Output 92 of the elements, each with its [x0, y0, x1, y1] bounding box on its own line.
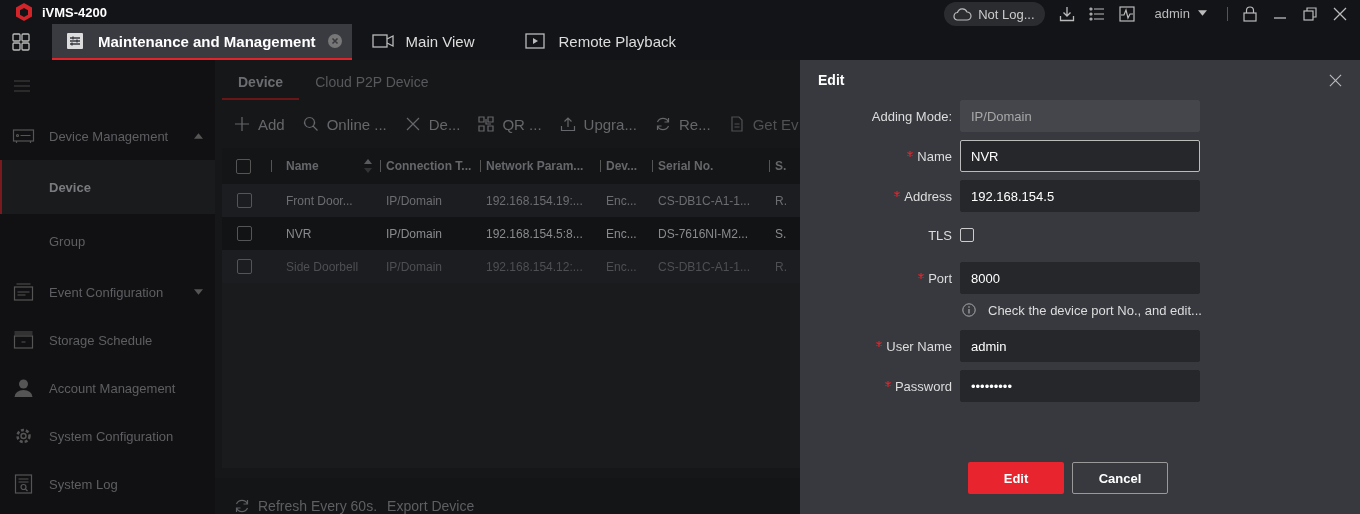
- export-device-button[interactable]: Export Device: [387, 496, 475, 514]
- user-menu[interactable]: admin: [1148, 4, 1213, 22]
- input-field[interactable]: NVR: [960, 140, 1200, 172]
- table-cell: 192.168.154.5:8...: [486, 226, 583, 241]
- lock-icon[interactable]: [1242, 6, 1258, 22]
- tab[interactable]: Main View: [359, 24, 485, 60]
- table-cell: CS-DB1C-A1-1...: [658, 193, 751, 208]
- log-search-icon: [12, 474, 35, 494]
- hint-text: Check the device port No., and edit...: [988, 302, 1202, 318]
- sidebar-item[interactable]: Storage Schedule: [0, 316, 215, 364]
- monitor-chart-icon[interactable]: [1118, 6, 1135, 22]
- cloud-icon: [952, 6, 973, 22]
- field-label: Address: [904, 188, 952, 204]
- field-label: Password: [894, 378, 952, 394]
- caret-icon: [1198, 10, 1207, 16]
- close-icon[interactable]: [1332, 6, 1348, 22]
- edit-button[interactable]: Edit: [968, 462, 1064, 494]
- table-cell: DS-7616NI-M2...: [658, 226, 749, 241]
- tls-checkbox[interactable]: [960, 228, 974, 242]
- column-header[interactable]: Dev...: [606, 159, 652, 173]
- x-icon: [404, 116, 421, 132]
- sidebar-item[interactable]: System Configuration: [0, 412, 215, 460]
- column-header[interactable]: Serial No.: [658, 159, 769, 173]
- document-icon: [728, 116, 745, 132]
- sidebar-item[interactable]: System Log: [0, 460, 215, 508]
- table-cell: 192.168.154.19:...: [486, 193, 583, 208]
- toolbar-button[interactable]: Re...: [654, 115, 711, 133]
- column-header[interactable]: Name: [286, 159, 364, 173]
- restore-icon[interactable]: [1302, 6, 1318, 22]
- table-cell: Front Door...: [286, 193, 353, 208]
- table-cell: Enc...: [606, 226, 637, 241]
- upload-icon: [559, 116, 576, 132]
- person-icon: [12, 378, 35, 398]
- table-cell: R.: [775, 193, 787, 208]
- field-label: Adding Mode:: [871, 108, 952, 124]
- camera-icon: [371, 32, 394, 50]
- qr-code-icon: [478, 116, 495, 132]
- close-icon[interactable]: [1329, 73, 1342, 87]
- sidebar-subitem[interactable]: Device: [0, 160, 215, 214]
- sidebar-item[interactable]: Account Management: [0, 364, 215, 412]
- table-cell: S.: [775, 226, 787, 241]
- sidebar-subitem[interactable]: Group: [0, 214, 215, 268]
- search-icon: [302, 116, 319, 132]
- refresh-icon: [234, 498, 250, 514]
- input-field[interactable]: admin: [960, 330, 1200, 362]
- app-title: iVMS-4200: [42, 4, 108, 20]
- refresh-icon: [654, 116, 671, 132]
- info-icon: [962, 303, 976, 317]
- play-icon: [524, 32, 547, 50]
- event-list-icon: [12, 282, 35, 302]
- list-icon[interactable]: [1088, 6, 1105, 22]
- input-field[interactable]: 8000: [960, 262, 1200, 294]
- tab[interactable]: Maintenance and Management: [52, 24, 352, 60]
- column-header[interactable]: Connection T...: [386, 159, 480, 173]
- row-checkbox[interactable]: [237, 193, 252, 208]
- sub-tab[interactable]: Cloud P2P Device: [299, 74, 445, 100]
- toolbar-button[interactable]: QR ...: [478, 115, 542, 133]
- toolbar-button[interactable]: Upgra...: [559, 115, 637, 133]
- field-label: Name: [917, 148, 952, 164]
- table-cell: Enc...: [606, 193, 637, 208]
- column-header[interactable]: S.: [775, 159, 795, 173]
- field-label: Port: [928, 270, 952, 286]
- download-icon[interactable]: [1058, 6, 1075, 22]
- recorder-icon: [12, 126, 35, 146]
- table-cell: NVR: [286, 226, 312, 241]
- refresh-button[interactable]: Refresh Every 60s.: [234, 496, 378, 514]
- toolbar-button[interactable]: De...: [404, 115, 461, 133]
- field-label: TLS: [928, 227, 952, 243]
- sort-icon[interactable]: [364, 159, 372, 173]
- sub-tab[interactable]: Device: [222, 74, 300, 100]
- table-cell: IP/Domain: [386, 193, 443, 208]
- table-cell: IP/Domain: [386, 226, 443, 241]
- plus-icon: [234, 116, 250, 132]
- input-field[interactable]: 192.168.154.5: [960, 180, 1200, 212]
- cloud-status-button[interactable]: Not Log...: [944, 2, 1045, 26]
- sidebar-item[interactable]: Event Configuration: [0, 268, 215, 316]
- column-header[interactable]: Network Param...: [486, 159, 600, 173]
- row-checkbox[interactable]: [237, 226, 252, 241]
- sliders-icon: [64, 32, 86, 50]
- input-field[interactable]: •••••••••: [960, 370, 1200, 402]
- field-label: User Name: [886, 338, 952, 354]
- toolbar-button[interactable]: Add: [234, 115, 285, 133]
- toolbar-button[interactable]: Online ...: [302, 115, 387, 133]
- tab-close-icon[interactable]: [327, 34, 342, 48]
- storage-box-icon: [12, 330, 35, 350]
- tab[interactable]: Remote Playback: [512, 24, 687, 60]
- sidebar-item[interactable]: Device Management: [0, 112, 215, 160]
- cancel-button[interactable]: Cancel: [1072, 462, 1168, 494]
- select-all-checkbox[interactable]: [236, 158, 251, 174]
- panel-title: Edit: [818, 72, 845, 88]
- input-field[interactable]: IP/Domain: [960, 100, 1200, 132]
- grid-icon[interactable]: [12, 33, 30, 51]
